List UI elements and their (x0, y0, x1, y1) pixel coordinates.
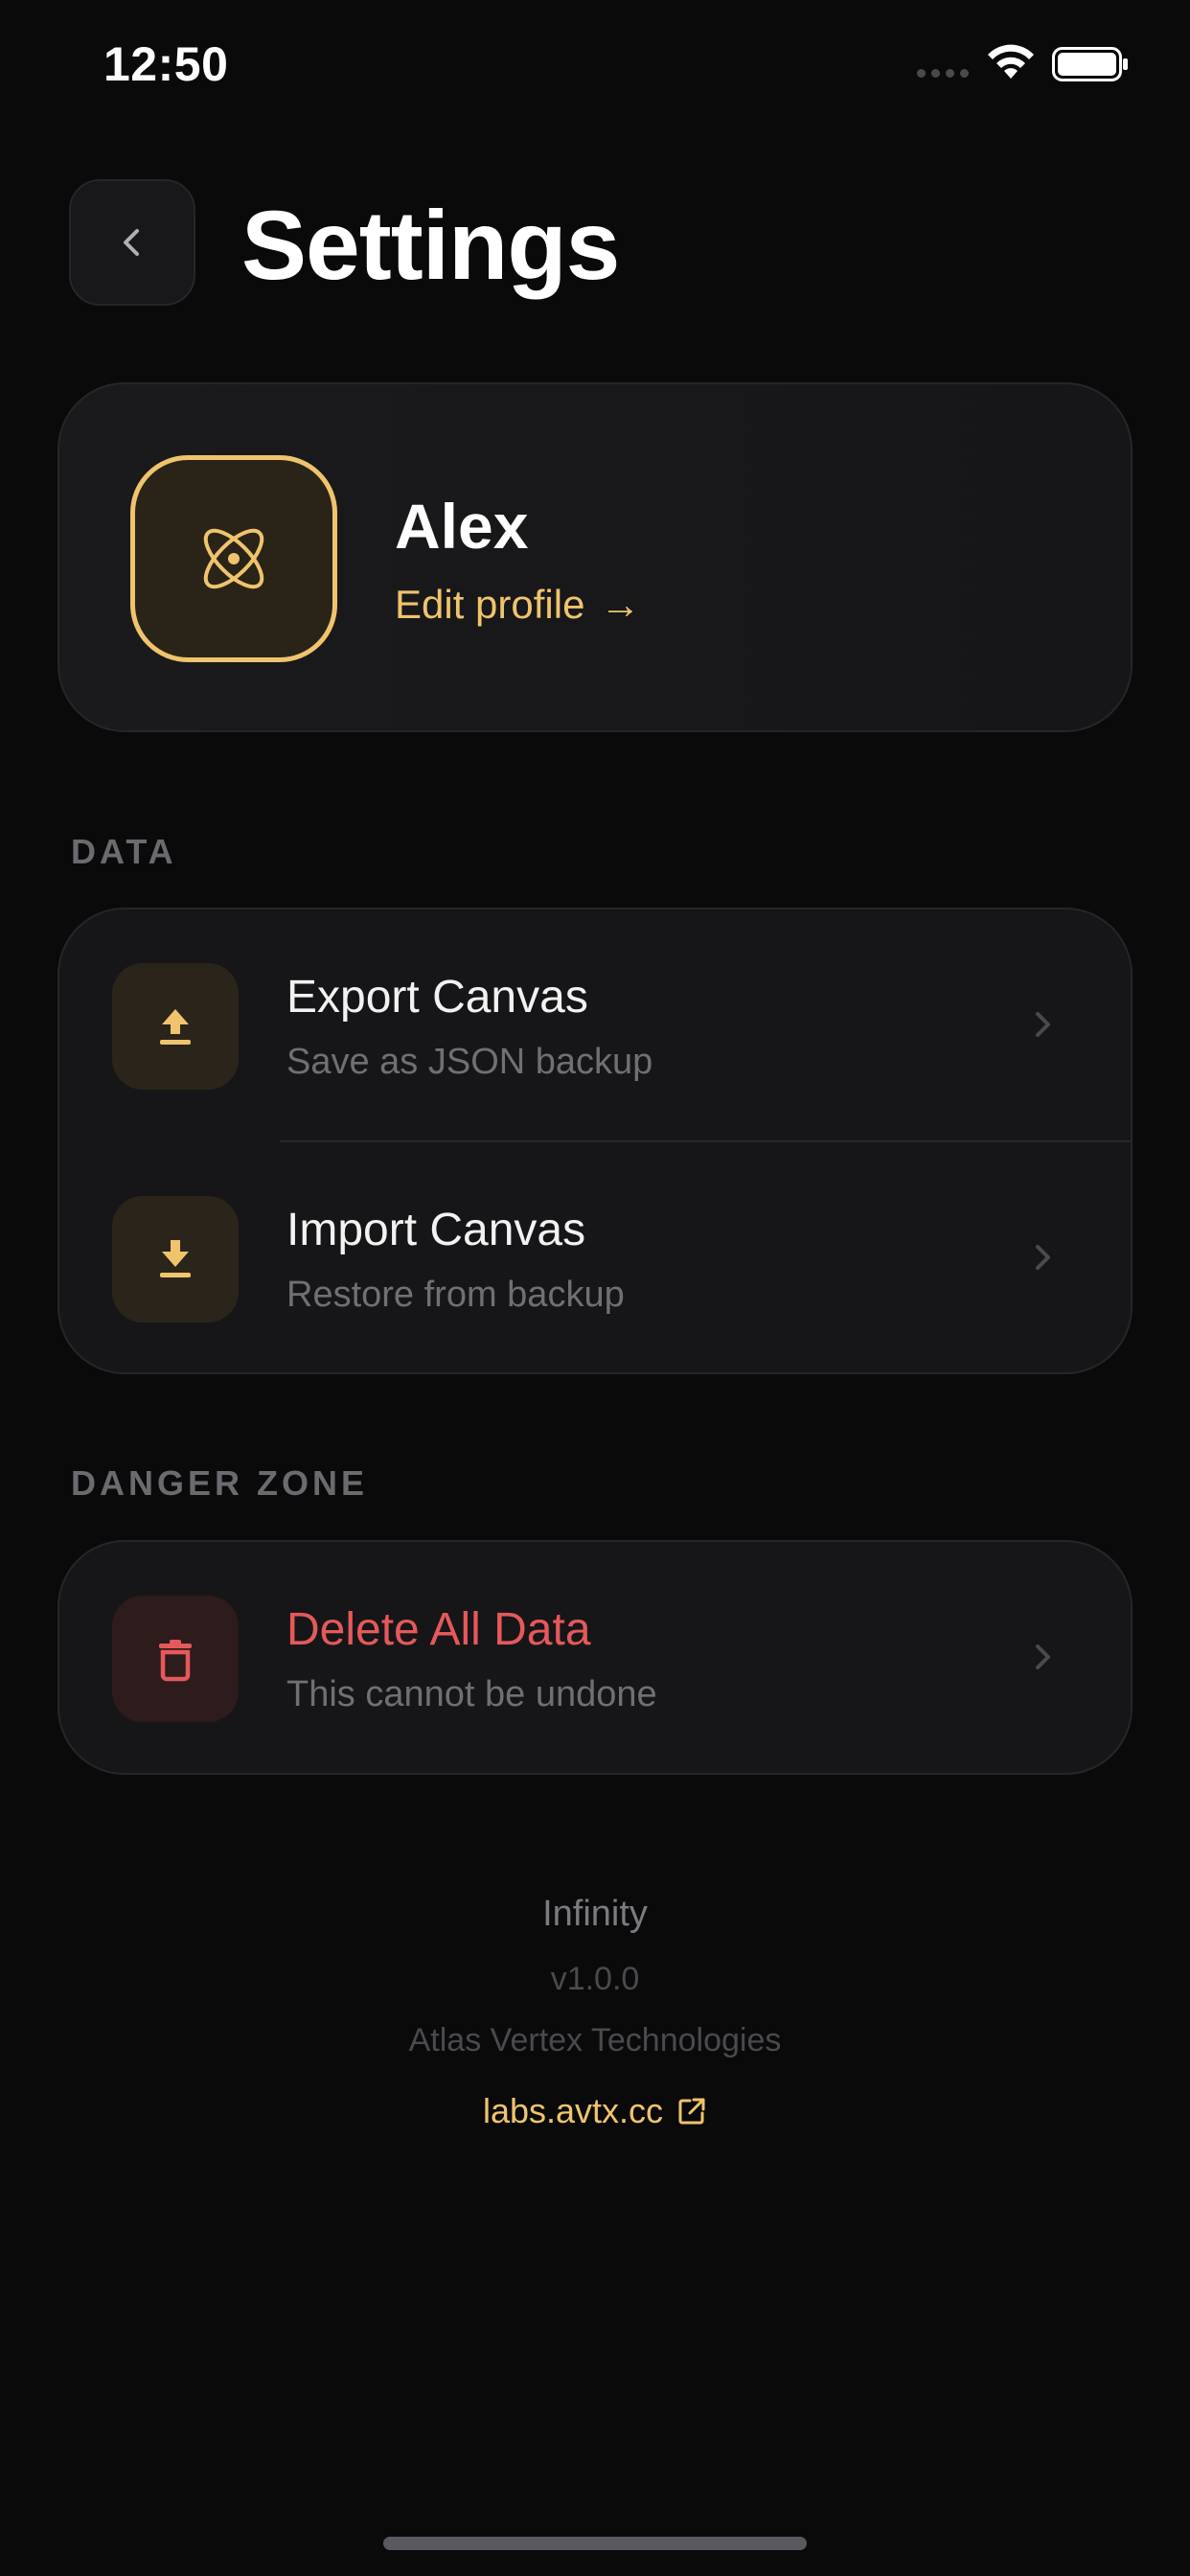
section-label-data: DATA (71, 832, 177, 871)
import-icon-tile (112, 1196, 239, 1322)
wifi-icon (988, 44, 1034, 79)
arrow-right-icon: → (600, 582, 641, 627)
chevron-left-icon (124, 229, 139, 256)
profile-card[interactable]: Alex Edit profile → (57, 382, 1133, 732)
settings-screen: 12:50 Settings Alex Edit profile → DATA … (0, 0, 1190, 2576)
chevron-right-icon (1036, 1644, 1050, 1669)
avatar (130, 455, 337, 662)
danger-card: Delete All Data This cannot be undone (57, 1540, 1133, 1775)
trash-icon (159, 1640, 192, 1682)
delete-icon-tile (112, 1596, 239, 1722)
import-canvas-title: Import Canvas (286, 1205, 586, 1255)
export-canvas-subtitle: Save as JSON backup (286, 1042, 653, 1082)
home-indicator[interactable] (383, 2537, 807, 2550)
atom-icon (203, 528, 264, 589)
download-icon (160, 1240, 191, 1277)
website-link-label: labs.avtx.cc (482, 2091, 664, 2130)
status-time: 12:50 (103, 37, 229, 91)
data-card: Export Canvas Save as JSON backup Import… (57, 908, 1133, 1374)
delete-all-data-subtitle: This cannot be undone (286, 1674, 657, 1714)
battery-icon (1052, 47, 1128, 81)
external-link-icon (678, 2098, 705, 2125)
edit-profile-link[interactable]: Edit profile → (395, 582, 640, 628)
delete-all-data-row[interactable]: Delete All Data This cannot be undone (59, 1542, 1131, 1773)
cellular-signal-icon (917, 69, 969, 78)
app-version: v1.0.0 (550, 1961, 640, 1997)
export-icon-tile (112, 963, 239, 1090)
page-title: Settings (241, 191, 620, 300)
import-canvas-row[interactable]: Import Canvas Restore from backup (59, 1142, 1131, 1372)
upload-icon (160, 1009, 191, 1045)
app-name: Infinity (542, 1894, 648, 1934)
export-canvas-row[interactable]: Export Canvas Save as JSON backup (59, 909, 1131, 1142)
back-button[interactable] (69, 179, 195, 306)
section-label-danger-zone: DANGER ZONE (71, 1463, 369, 1503)
export-canvas-title: Export Canvas (286, 972, 588, 1023)
status-bar: 12:50 (0, 0, 1190, 134)
edit-profile-label: Edit profile (395, 582, 585, 627)
chevron-right-icon (1036, 1012, 1050, 1037)
website-link[interactable]: labs.avtx.cc (0, 2091, 1190, 2131)
import-canvas-subtitle: Restore from backup (286, 1275, 625, 1315)
chevron-right-icon (1036, 1245, 1050, 1270)
profile-name: Alex (395, 491, 529, 562)
company-name: Atlas Vertex Technologies (408, 2022, 782, 2058)
delete-all-data-title: Delete All Data (286, 1604, 591, 1655)
